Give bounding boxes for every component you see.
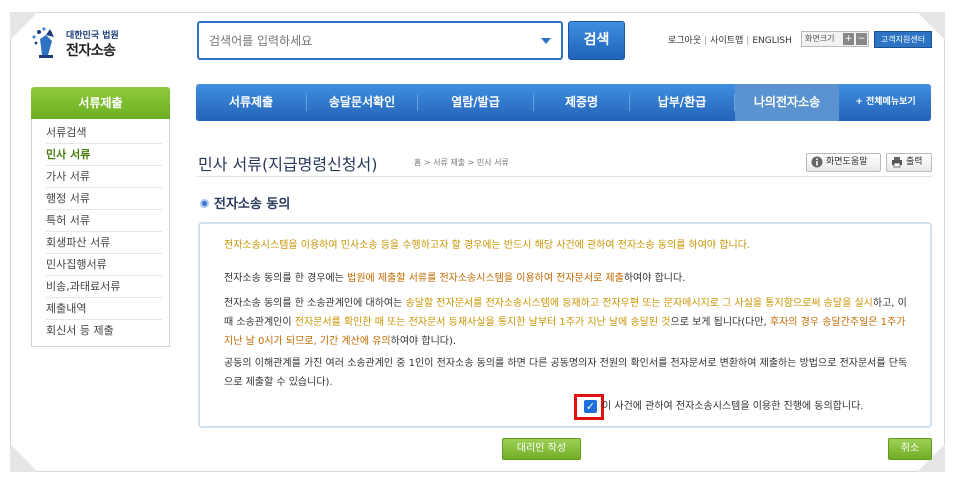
logout-link[interactable]: 로그아웃 [668, 33, 701, 46]
english-link[interactable]: ENGLISH [752, 36, 792, 46]
agree-label[interactable]: 이 사건에 관하여 전자소송시스템을 이용한 진행에 동의합니다. [602, 400, 863, 413]
nav-payment[interactable]: 납부/환급 [630, 84, 734, 121]
nav-view-issue[interactable]: 열람/발급 [418, 84, 533, 121]
divider [197, 176, 932, 177]
notice-paragraph: 공동의 이해관계를 가진 여러 소송관계인 중 1인이 전자소송 동의를 하면 … [224, 358, 908, 388]
page-title: 민사 서류(지급명령신청서) [198, 155, 378, 174]
print-button-label: 출력 [906, 157, 923, 167]
section-title: 전자소송 동의 [200, 193, 290, 212]
sidebar-item-bankruptcy[interactable]: 회생파산 서류 [46, 232, 162, 254]
text-span: 전자소송 동의를 한 소송관계인에 대하여는 [224, 298, 406, 309]
print-button[interactable]: 출력 [886, 153, 932, 172]
corner-decoration [10, 444, 38, 472]
divider: | [704, 36, 708, 46]
help-button-label: 화면도움말 [826, 157, 868, 167]
search-input[interactable] [209, 32, 529, 50]
printer-icon [892, 157, 902, 168]
bullet-icon [200, 199, 209, 208]
logo-title: 전자소송 [66, 43, 116, 59]
text-span: 하여야 합니다. [623, 273, 686, 284]
nav-my-esuit[interactable]: 나의전자소송 [735, 84, 839, 121]
util-links: 로그아웃 | 사이트맵 | ENGLISH [668, 33, 792, 46]
font-size-control: 화면크기 + − [801, 31, 869, 47]
notice-paragraph: 전자소송 동의를 한 경우에는 법원에 제출할 서류를 전자소송시스템을 이용하… [224, 269, 914, 288]
sidebar-item-reply[interactable]: 회신서 등 제출 [46, 320, 162, 342]
sidebar-item-history[interactable]: 제출내역 [46, 298, 162, 320]
text-span: 하여야 합니다). [390, 336, 457, 347]
agree-checkbox[interactable]: ✓ [584, 400, 597, 413]
text-span: 으로 보게 됩니다(다만, [670, 317, 770, 328]
court-emblem-icon [32, 27, 54, 58]
sitemap-link[interactable]: 사이트맵 [710, 33, 743, 46]
support-center-button[interactable]: 고객지원센터 [874, 31, 932, 48]
sidebar-item-family[interactable]: 가사 서류 [46, 166, 162, 188]
sidebar: 서류검색 민사 서류 가사 서류 행정 서류 특허 서류 회생파산 서류 민사집… [31, 119, 170, 347]
section-title-text: 전자소송 동의 [214, 197, 291, 212]
breadcrumb: 홈 > 서류 제출 > 민사 서류 [414, 158, 509, 167]
nav-certificate[interactable]: 제증명 [534, 84, 629, 121]
search-box [197, 21, 563, 60]
sidebar-item-patent[interactable]: 특허 서류 [46, 210, 162, 232]
all-menu-button[interactable]: + 전체메뉴보기 [840, 84, 931, 121]
text-highlight: 법원에 제출할 서류를 전자소송시스템을 이용하여 전자문서로 제출 [347, 273, 624, 284]
main-nav: 서류제출 송달문서확인 열람/발급 제증명 납부/환급 나의전자소송 [196, 84, 931, 121]
notice-paragraph: 전자소송 동의를 한 소송관계인에 대하여는 송달할 전자문서를 전자소송시스템… [224, 294, 914, 351]
font-increase-button[interactable]: + [843, 33, 854, 45]
chevron-down-icon[interactable] [541, 38, 551, 44]
nav-delivery[interactable]: 송달문서확인 [307, 84, 417, 121]
sidebar-item-nonlitigation[interactable]: 비송,과태료서류 [46, 276, 162, 298]
font-decrease-button[interactable]: − [856, 33, 867, 45]
text-highlight: 전자문서를 확인한 때 또는 전자문서 등재사실을 통지한 날부터 1주가 지난… [294, 317, 671, 328]
sidebar-item-administrative[interactable]: 행정 서류 [46, 188, 162, 210]
divider: | [746, 36, 750, 46]
search-button[interactable]: 검색 [568, 21, 625, 60]
info-icon [811, 156, 823, 168]
agreement-box: 전자소송시스템을 이용하여 민사소송 등을 수행하고자 할 경우에는 반드시 해… [198, 222, 932, 428]
text-highlight: 송달할 전자문서를 전자소송시스템에 등재하고 전자우편 또는 문자메시지로 그… [405, 298, 873, 309]
text-span: 전자소송 동의를 한 경우에는 [224, 273, 348, 284]
site-logo[interactable]: 대한민국 법원 전자소송 [30, 25, 140, 61]
sidebar-title[interactable]: 서류제출 [31, 87, 170, 119]
notice-paragraph: 전자소송시스템을 이용하여 민사소송 등을 수행하고자 할 경우에는 반드시 해… [224, 240, 751, 251]
sidebar-item-execution[interactable]: 민사집행서류 [46, 254, 162, 276]
font-size-label: 화면크기 [805, 34, 835, 43]
cancel-button[interactable]: 취소 [888, 438, 932, 460]
nav-submit[interactable]: 서류제출 [196, 84, 306, 121]
sidebar-item-civil[interactable]: 민사 서류 [46, 144, 162, 166]
agent-write-button[interactable]: 대리인 작성 [502, 438, 581, 460]
sidebar-item-search[interactable]: 서류검색 [46, 122, 162, 144]
help-button[interactable]: 화면도움말 [806, 153, 881, 172]
